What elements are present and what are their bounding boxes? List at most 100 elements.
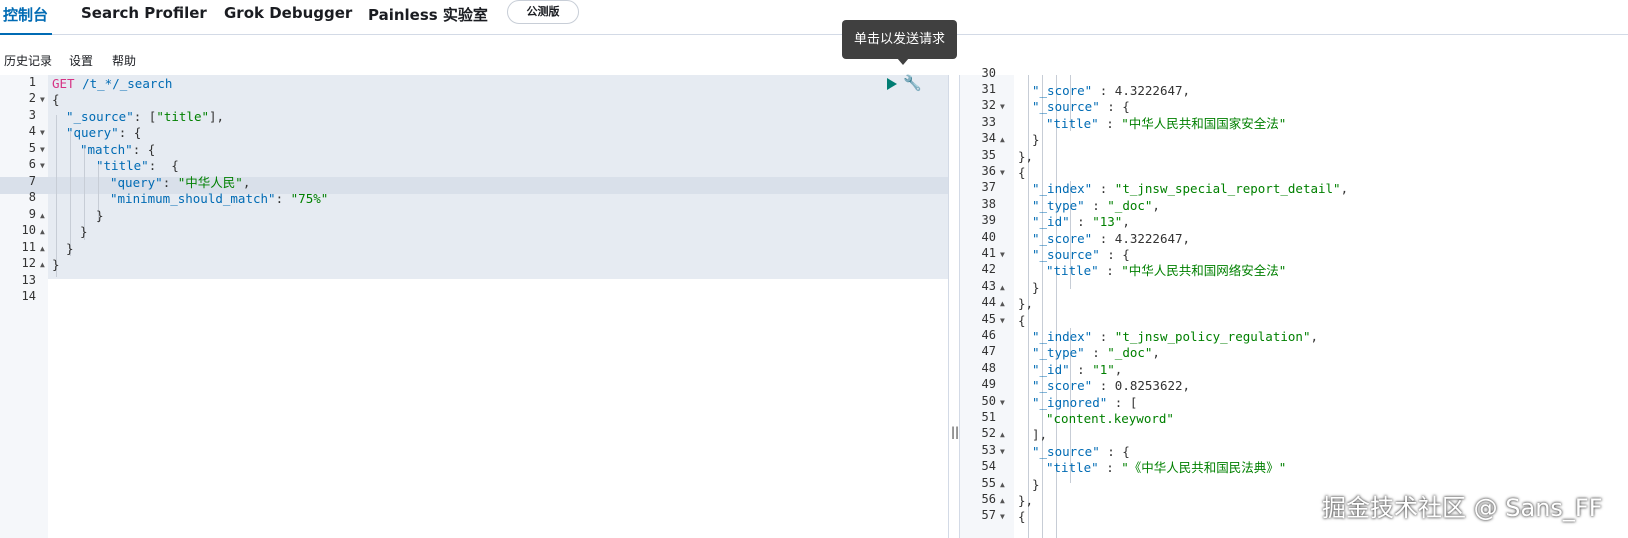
menu-help[interactable]: 帮助 (112, 52, 136, 69)
code-key: "_source" (1032, 99, 1100, 115)
code-line: }, (1018, 492, 1033, 509)
code-punct: : { (118, 125, 142, 140)
code-line: "title": { (96, 157, 179, 174)
code-punct: } (52, 257, 60, 272)
fold-down-icon[interactable]: ▼ (40, 145, 45, 154)
code-number: 0.8253622 (1114, 378, 1183, 394)
code-line: "title" : "中华人民共和国网络安全法" (1046, 262, 1286, 279)
line-number: 6 (28, 157, 36, 171)
fold-down-icon[interactable]: ▼ (1000, 398, 1005, 407)
code-string: "中华人民" (177, 175, 243, 190)
code-punct: : { (132, 142, 156, 157)
line-number: 10 (21, 223, 36, 237)
fold-down-icon[interactable]: ▼ (1000, 512, 1005, 521)
code-punct: : (1098, 460, 1122, 476)
code-line: "_source" : { (1032, 443, 1130, 460)
line-number: 53 (981, 442, 996, 457)
fold-up-icon[interactable]: ▲ (1000, 496, 1005, 505)
code-line: "_score" : 4.3222647, (1032, 230, 1190, 247)
line-number: 49 (981, 377, 996, 392)
code-line: { (52, 91, 60, 108)
code-punct: { (1018, 312, 1026, 328)
line-number: 46 (981, 328, 996, 342)
code-punct: : (1084, 345, 1108, 361)
fold-down-icon[interactable]: ▼ (1000, 102, 1005, 111)
tab-console[interactable]: 控制台 (3, 4, 48, 25)
code-line: "query": { (66, 124, 141, 141)
line-number: 33 (981, 114, 996, 129)
fold-down-icon[interactable]: ▼ (1000, 316, 1005, 325)
fold-down-icon[interactable]: ▼ (1000, 447, 1005, 456)
resize-handle-icon[interactable]: || (951, 425, 959, 439)
code-line: "_id" : "1", (1032, 361, 1122, 378)
code-line: "_ignored" : [ (1032, 394, 1137, 411)
code-line: "content.keyword" (1046, 410, 1174, 427)
code-key: "minimum_should_match" (110, 191, 276, 206)
line-number: 56 (981, 492, 996, 506)
fold-up-icon[interactable]: ▲ (1000, 430, 1005, 439)
request-editor[interactable]: 1 2 3 4 5 6 7 8 9 10 11 12 13 14 ▼ ▼ ▼ ▼… (0, 75, 948, 538)
code-string: "13" (1092, 214, 1123, 230)
code-punct: : [ (133, 109, 157, 124)
fold-up-icon[interactable]: ▲ (40, 244, 45, 253)
fold-up-icon[interactable]: ▲ (40, 260, 45, 269)
play-icon[interactable] (887, 78, 897, 90)
fold-down-icon[interactable]: ▼ (1000, 250, 1005, 259)
code-punct: } (96, 208, 104, 223)
tab-search-profiler[interactable]: Search Profiler (81, 4, 207, 22)
code-punct: }, (1018, 296, 1034, 312)
code-line: "_id" : "13", (1032, 213, 1130, 230)
indent-guide (56, 115, 57, 277)
fold-down-icon[interactable]: ▼ (40, 161, 45, 170)
fold-down-icon[interactable]: ▼ (40, 128, 45, 137)
fold-up-icon[interactable]: ▲ (1000, 299, 1005, 308)
fold-up-icon[interactable]: ▲ (1000, 283, 1005, 292)
tab-grok-debugger[interactable]: Grok Debugger (224, 4, 352, 22)
response-editor[interactable]: 30 31 "_score" : 4.3222647, 32 ▼ "_source" :… (960, 66, 1628, 538)
line-number: 2 (28, 91, 36, 105)
code-line: "_score" : 4.3222647, (1032, 82, 1190, 99)
line-number: 47 (981, 344, 996, 359)
line-number: 11 (21, 240, 36, 254)
code-line: }, (1018, 148, 1033, 165)
code-punct: : (162, 175, 178, 190)
line-number: 9 (28, 207, 36, 221)
editor-divider[interactable] (948, 75, 960, 538)
code-line: ], (1032, 426, 1047, 443)
code-punct: : { (1099, 247, 1130, 262)
code-punct: : (1092, 230, 1115, 246)
fold-up-icon[interactable]: ▲ (1000, 135, 1005, 144)
code-punct: , (1122, 214, 1130, 230)
code-string: "_doc" (1107, 345, 1153, 361)
code-punct: , (1340, 181, 1349, 197)
wrench-icon[interactable]: 🔧 (903, 74, 922, 92)
code-line: } (1032, 279, 1040, 296)
code-punct: : { (148, 158, 179, 173)
fold-down-icon[interactable]: ▼ (1000, 168, 1005, 177)
line-number: 34 (981, 131, 996, 146)
line-number: 14 (21, 289, 36, 303)
fold-up-icon[interactable]: ▲ (40, 227, 45, 236)
code-punct: : (1098, 263, 1122, 279)
code-punct: , (1182, 378, 1191, 394)
code-punct: : (1092, 329, 1115, 344)
fold-down-icon[interactable]: ▼ (40, 95, 45, 104)
code-string: "_doc" (1107, 197, 1153, 213)
response-scrollbar[interactable] (1614, 75, 1628, 538)
line-number: 44 (981, 295, 996, 310)
code-punct: , (1182, 83, 1191, 98)
code-key: "_source" (1032, 247, 1100, 262)
code-punct: , (242, 175, 251, 190)
code-key: "title" (1046, 263, 1099, 279)
menu-history[interactable]: 历史记录 (4, 52, 52, 69)
fold-up-icon[interactable]: ▲ (40, 211, 45, 220)
tab-painless-lab[interactable]: Painless 实验室 (368, 4, 488, 25)
code-key: "_score" (1032, 378, 1093, 394)
code-punct: } (1032, 132, 1040, 148)
code-string: "75%" (290, 191, 329, 206)
code-key: "title" (1046, 115, 1099, 131)
code-punct: : (1069, 361, 1093, 377)
fold-up-icon[interactable]: ▲ (1000, 480, 1005, 489)
line-number: 51 (981, 410, 996, 424)
menu-settings[interactable]: 设置 (69, 52, 93, 69)
